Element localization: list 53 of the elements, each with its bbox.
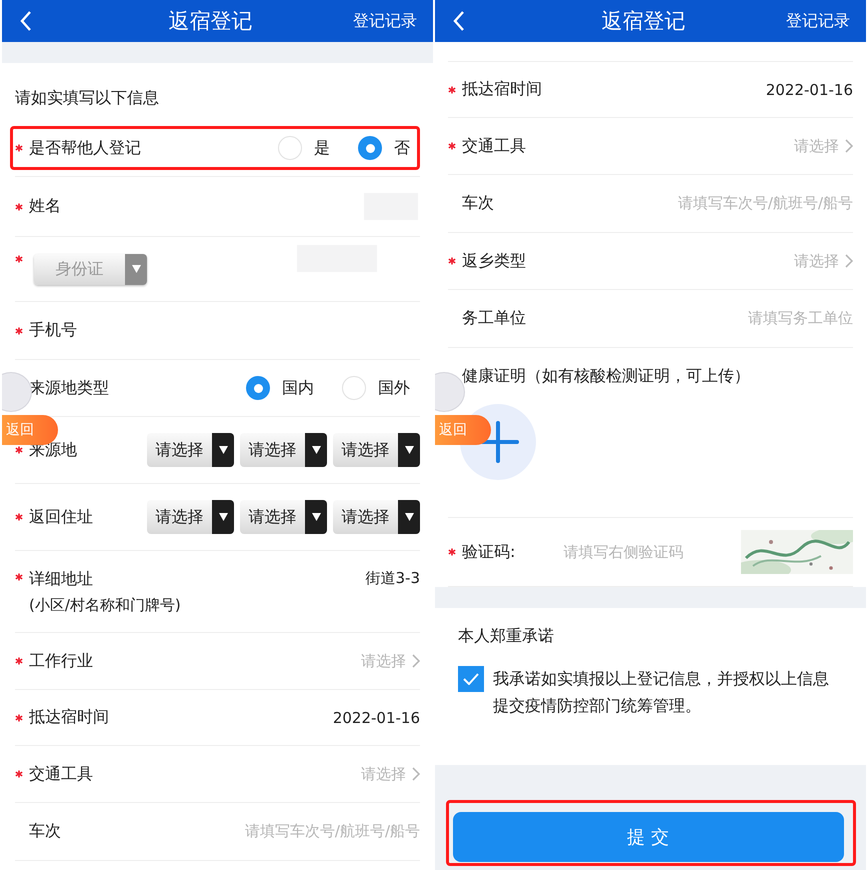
page-title: 返宿登记: [168, 8, 252, 35]
pledge-checkbox[interactable]: [458, 666, 484, 692]
region-select[interactable]: 请选择: [333, 433, 420, 467]
radio-option[interactable]: 国内: [246, 376, 314, 400]
field-label: 工作行业: [29, 650, 93, 672]
field-label: 务工单位: [462, 308, 526, 329]
submit-button[interactable]: 提 交: [452, 812, 844, 862]
dropdown-caret-icon: [132, 265, 140, 273]
date-value[interactable]: 2022-01-16: [332, 708, 420, 726]
back-icon[interactable]: [453, 11, 465, 31]
field-label: 详细地址: [29, 569, 94, 590]
field-label: 交通工具: [462, 136, 526, 156]
date-value[interactable]: 2022-01-16: [766, 80, 853, 98]
chevron-right-icon: [845, 139, 853, 153]
chevron-right-icon: [412, 654, 420, 668]
field-label: 健康证明（如有核酸检测证明，可上传）: [462, 366, 750, 387]
region-select[interactable]: 请选择: [147, 433, 234, 467]
field-label: 交通工具: [29, 764, 93, 784]
dropdown-caret-icon: [404, 446, 414, 454]
field-label: 姓名: [29, 196, 61, 217]
dropdown-caret-icon: [312, 446, 320, 454]
field-label: 返乡类型: [462, 250, 526, 272]
field-label: 车次: [462, 193, 494, 214]
radio-option[interactable]: 国外: [342, 376, 410, 400]
field-label: 验证码:: [462, 542, 516, 562]
intro-text: 请如实填写以下信息: [15, 88, 159, 109]
dropdown-caret-icon: [218, 513, 228, 521]
radio-option[interactable]: 否: [358, 136, 410, 160]
region-select[interactable]: 请选择: [240, 433, 327, 467]
field-label: 车次: [29, 821, 61, 842]
region-select[interactable]: 请选择: [333, 500, 420, 534]
page-title: 返宿登记: [602, 8, 686, 35]
dropdown-caret-icon: [404, 513, 414, 521]
back-icon[interactable]: [20, 11, 32, 31]
pledge-title: 本人郑重承诺: [458, 626, 555, 647]
radio-option[interactable]: 是: [278, 136, 330, 160]
field-label: 手机号: [29, 320, 77, 341]
region-select[interactable]: 请选择: [240, 500, 327, 534]
chevron-right-icon: [412, 767, 420, 781]
records-link[interactable]: 登记记录: [353, 10, 417, 32]
field-label: 返回住址: [29, 506, 93, 528]
address-value[interactable]: 街道3-3: [366, 569, 420, 588]
chevron-right-icon: [845, 254, 853, 268]
dropdown-caret-icon: [312, 513, 320, 521]
dropdown-caret-icon: [218, 446, 228, 454]
field-label: 抵达宿时间: [462, 79, 542, 100]
records-link[interactable]: 登记记录: [786, 10, 850, 32]
pledge-text: 我承诺如实填报以上登记信息，并授权以上信息提交疫情防控部门统筹管理。: [493, 668, 830, 717]
field-hint: (小区/村名称和门牌号): [29, 596, 181, 615]
check-icon: [463, 673, 479, 685]
field-label: 是否帮他人登记: [29, 138, 141, 158]
field-label: 抵达宿时间: [29, 707, 109, 728]
region-select[interactable]: 请选择: [147, 500, 234, 534]
